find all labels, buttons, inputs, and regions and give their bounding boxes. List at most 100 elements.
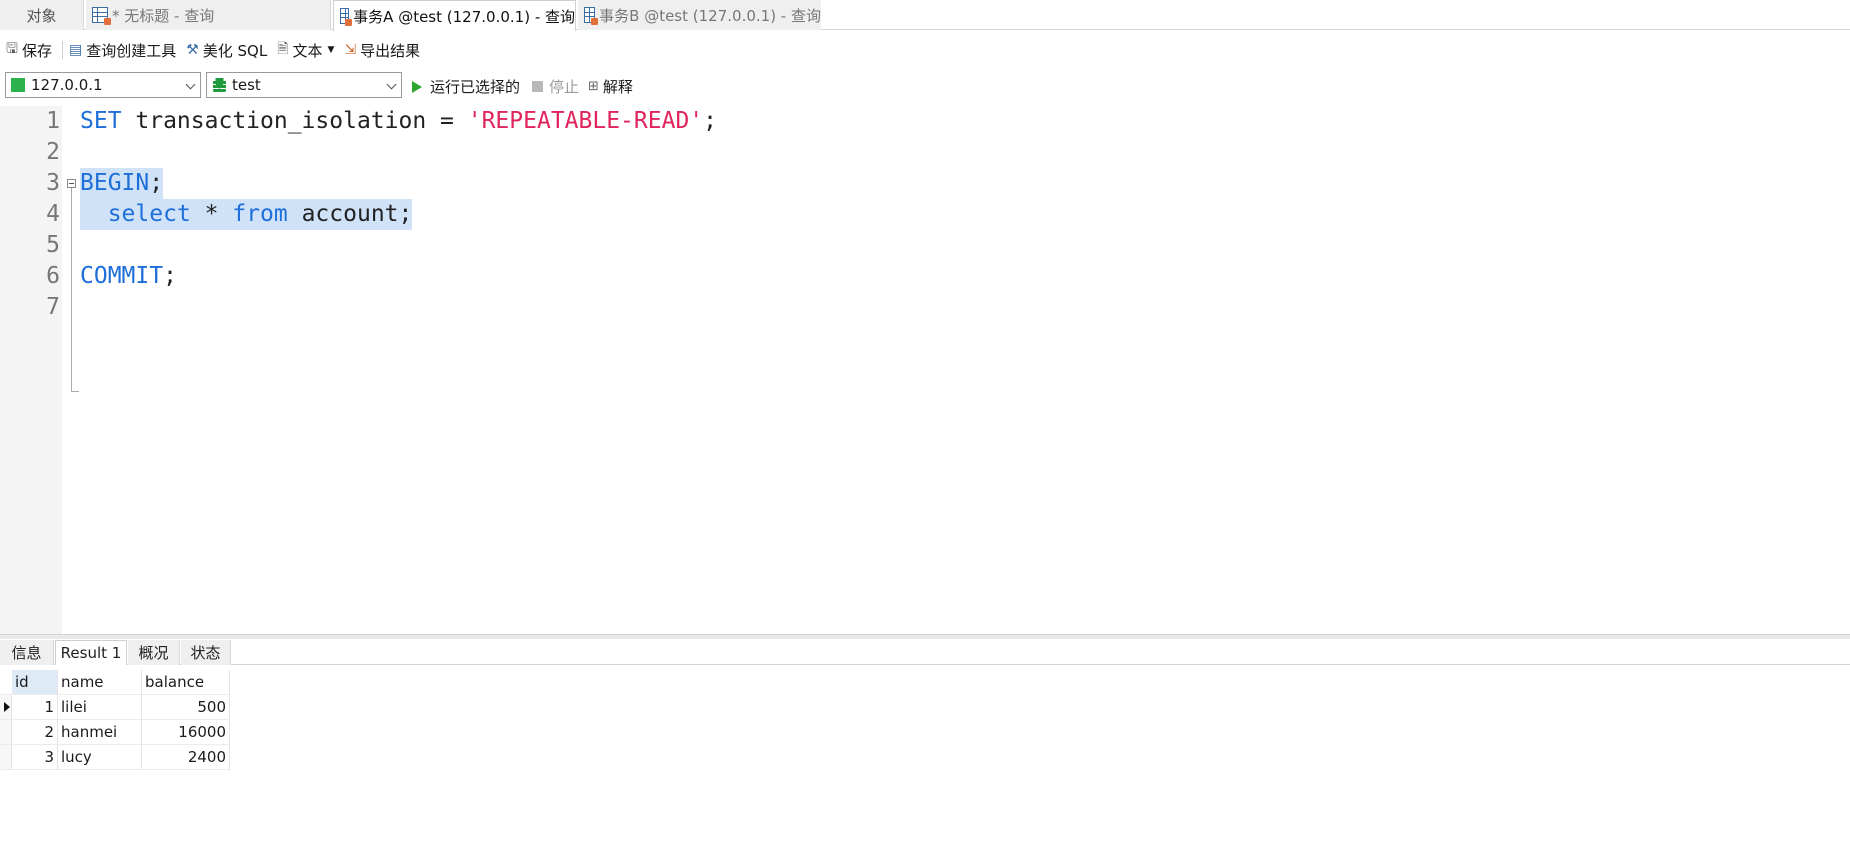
magic-wand-icon: ⚒ xyxy=(186,42,199,58)
chevron-down-icon xyxy=(386,79,397,90)
run-selected-label: 运行已选择的 xyxy=(430,78,521,96)
fold-guide xyxy=(71,188,72,391)
editor-line[interactable]: 6 COMMIT; xyxy=(0,261,1850,292)
table-cell[interactable]: 1 xyxy=(12,695,58,720)
editor-line[interactable]: 7 xyxy=(0,292,1850,323)
text-document-icon: 🗎 xyxy=(277,41,289,57)
text-dropdown-button[interactable]: 🗎 文本 ▼ xyxy=(277,38,334,62)
query-icon xyxy=(584,7,599,25)
sql-keyword: select xyxy=(107,201,191,227)
tab-untitled-label: * 无标题 - 查询 xyxy=(112,6,215,25)
sql-editor[interactable]: 1 SET transaction_isolation = 'REPEATABLE… xyxy=(0,106,1850,634)
tab-overview-label: 概况 xyxy=(138,644,169,662)
column-header-balance[interactable]: balance xyxy=(142,670,230,695)
sql-text: account; xyxy=(287,201,413,227)
run-selected-button[interactable]: 运行已选择的 xyxy=(412,76,520,97)
chevron-down-icon xyxy=(185,79,196,90)
sql-text: ; xyxy=(163,263,177,289)
database-select[interactable]: test xyxy=(206,72,402,98)
fold-guide-end xyxy=(71,391,79,392)
database-value: test xyxy=(232,76,261,94)
stop-label: 停止 xyxy=(549,78,580,96)
tab-transaction-b-label: 事务B @test (127.0.0.1) - 查询 xyxy=(599,6,821,25)
editor-line[interactable]: 5 xyxy=(0,230,1850,261)
save-label: 保存 xyxy=(21,41,52,60)
row-selector[interactable] xyxy=(0,720,12,745)
table-cell[interactable]: 16000 xyxy=(142,720,230,745)
export-results-label: 导出结果 xyxy=(360,41,421,60)
beautify-sql-button[interactable]: ⚒ 美化 SQL xyxy=(186,40,267,61)
query-icon xyxy=(92,7,111,25)
tab-transaction-a-label: 事务A @test (127.0.0.1) - 查询 xyxy=(353,7,575,26)
table-cell[interactable]: 500 xyxy=(142,695,230,720)
row-selector[interactable] xyxy=(0,695,12,720)
export-results-button[interactable]: ⇲ 导出结果 xyxy=(344,40,420,61)
sql-keyword: BEGIN xyxy=(80,170,150,196)
line-number: 7 xyxy=(46,294,60,320)
editor-line[interactable]: 2 xyxy=(0,137,1850,168)
tab-objects-label: 对象 xyxy=(26,6,57,25)
explain-label: 解释 xyxy=(602,78,633,96)
column-header-name[interactable]: name xyxy=(58,670,142,695)
table-cell[interactable]: lilei xyxy=(58,695,142,720)
tab-status[interactable]: 状态 xyxy=(181,640,231,665)
export-icon: ⇲ xyxy=(344,42,357,58)
line-number: 6 xyxy=(46,263,60,289)
tab-result-1[interactable]: Result 1 xyxy=(55,640,127,665)
sql-keyword: SET xyxy=(80,108,122,134)
tab-overview[interactable]: 概况 xyxy=(128,640,180,665)
tab-transaction-a[interactable]: 事务A @test (127.0.0.1) - 查询 xyxy=(333,0,576,31)
sql-text: ; xyxy=(703,108,717,134)
beautify-sql-label: 美化 SQL xyxy=(202,41,268,60)
table-cell[interactable]: hanmei xyxy=(58,720,142,745)
line-number: 2 xyxy=(46,139,60,165)
sql-text: transaction_isolation = xyxy=(121,108,468,134)
sql-string: 'REPEATABLE-READ' xyxy=(467,108,704,134)
host-select[interactable]: 127.0.0.1 xyxy=(5,72,201,98)
sql-text: ; xyxy=(149,170,164,196)
sql-keyword: from xyxy=(232,201,288,227)
current-row-icon xyxy=(4,702,10,712)
tab-status-label: 状态 xyxy=(190,644,221,662)
explain-button[interactable]: ⊞ 解释 xyxy=(588,76,633,97)
editor-line[interactable]: 1 SET transaction_isolation = 'REPEATABLE… xyxy=(0,106,1850,137)
stop-button[interactable]: 停止 xyxy=(532,76,579,97)
line-number: 4 xyxy=(46,201,60,227)
line-number: 5 xyxy=(46,232,60,258)
table-cell[interactable]: 2 xyxy=(12,720,58,745)
document-tab-bar: 对象 * 无标题 - 查询 事务A @test (127.0.0.1) - 查询… xyxy=(0,0,1850,31)
query-builder-button[interactable]: ▤ 查询创建工具 xyxy=(69,40,176,61)
result-tab-bar: 信息 Result 1 概况 状态 xyxy=(0,640,1850,665)
fold-toggle-icon[interactable] xyxy=(67,179,76,188)
explain-icon: ⊞ xyxy=(588,79,599,94)
tab-info[interactable]: 信息 xyxy=(0,640,54,665)
sql-keyword: COMMIT xyxy=(80,263,164,289)
tab-transaction-b[interactable]: 事务B @test (127.0.0.1) - 查询 xyxy=(578,0,821,30)
tab-result-1-label: Result 1 xyxy=(60,643,122,662)
column-header-id[interactable]: id xyxy=(12,670,58,695)
table-cell[interactable]: 3 xyxy=(12,745,58,770)
dropdown-arrow-icon: ▼ xyxy=(327,45,335,55)
editor-line[interactable]: 4 select * from account; xyxy=(0,199,1850,230)
toolbar-divider xyxy=(61,41,63,59)
query-builder-icon: ▤ xyxy=(68,42,83,58)
editor-line[interactable]: 3 BEGIN; xyxy=(0,168,1850,199)
play-icon xyxy=(412,80,422,93)
connection-icon xyxy=(11,78,25,92)
table-cell[interactable]: lucy xyxy=(58,745,142,770)
save-button[interactable]: 🖫 保存 xyxy=(6,38,52,62)
table-cell[interactable]: 2400 xyxy=(142,745,230,770)
grid-corner xyxy=(0,670,12,695)
stop-icon xyxy=(532,81,543,92)
tab-untitled-query[interactable]: * 无标题 - 查询 xyxy=(86,0,331,30)
line-number: 3 xyxy=(46,170,60,196)
tab-info-label: 信息 xyxy=(11,644,42,662)
pane-splitter[interactable] xyxy=(0,634,1850,639)
code-text: BEGIN; xyxy=(80,168,164,199)
query-toolbar: 🖫 保存 ▤ 查询创建工具 ⚒ 美化 SQL 🗎 文本 ▼ ⇲ 导出结果 xyxy=(0,36,430,64)
query-icon xyxy=(340,8,353,26)
row-selector[interactable] xyxy=(0,745,12,770)
tab-objects[interactable]: 对象 xyxy=(0,0,84,30)
code-text: select * from account; xyxy=(80,199,413,230)
